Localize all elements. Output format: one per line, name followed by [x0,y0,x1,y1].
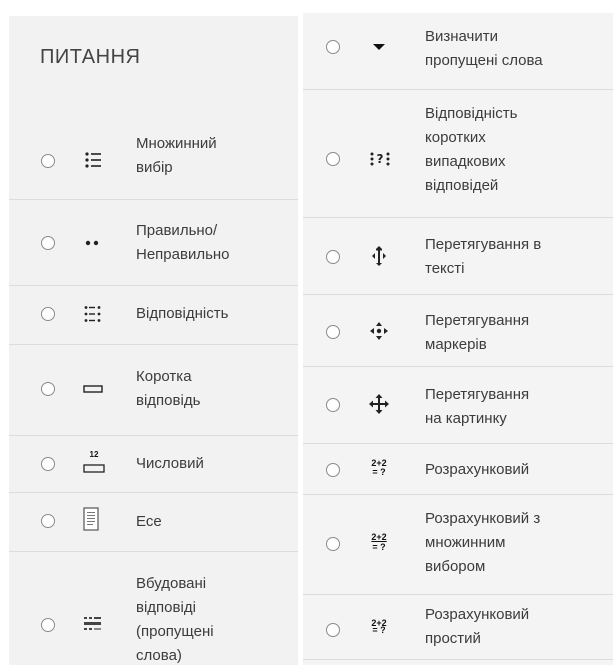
label-calculated: Розрахунковий [425,461,530,478]
drag-drop-text-icon [369,246,389,266]
question-type-drag-drop-text[interactable]: Перетягування в тексті [303,218,613,295]
radio-numerical[interactable] [41,457,55,471]
drag-drop-markers-icon [369,321,389,341]
radio-select-missing-words[interactable] [326,40,340,54]
matching-icon [83,304,103,324]
label-random-shortanswer-matching: Відповідність коротких випадкових відповіде… [425,105,518,194]
question-type-truefalse[interactable]: Правильно/Неправильно [9,200,298,286]
radio-calculated[interactable] [326,463,340,477]
label-numerical: Числовий [136,455,204,472]
question-type-drag-drop-image[interactable]: Перетягування на картинку [303,367,613,444]
question-type-numerical[interactable]: 12 Числовий [9,436,298,493]
calculated-icon: 2+2 = ? [371,458,387,477]
label-matching: Відповідність [136,305,229,322]
question-type-shortanswer[interactable]: Коротка відповідь [9,345,298,436]
question-types-panel-left: ПИТАННЯ Множинний вибір Правильно/Неправи… [9,16,298,665]
question-type-embedded-answers[interactable]: Вбудовані відповіді (пропущені слова) [9,552,298,665]
label-shortanswer: Коротка відповідь [136,368,201,409]
calculated-multichoice-icon: 2+2 = ? [371,532,387,552]
label-select-missing-words: Визначити пропущені слова [425,28,543,69]
label-embedded-answers: Вбудовані відповіді (пропущені слова) [136,575,214,664]
radio-essay[interactable] [41,514,55,528]
question-type-multichoice[interactable]: Множинний вибір [9,112,298,200]
question-types-panel-right: Визначити пропущені слова ? Відповідність… [303,13,613,665]
select-missing-words-icon [369,37,389,57]
label-essay: Есе [136,513,162,530]
embedded-answers-icon [83,614,103,634]
section-heading: ПИТАННЯ [40,46,141,68]
numerical-icon: 12 [83,450,105,476]
radio-multichoice[interactable] [41,154,55,168]
radio-calculated-simple[interactable] [326,623,340,637]
label-calculated-simple: Розрахунковий простий [425,606,530,647]
question-type-calculated-multichoice[interactable]: 2+2 = ? Розрахунковий з множинним вибором [303,495,613,595]
radio-drag-drop-markers[interactable] [326,325,340,339]
radio-matching[interactable] [41,307,55,321]
label-multichoice: Множинний вибір [136,135,217,176]
radio-truefalse[interactable] [41,236,55,250]
radio-calculated-multichoice[interactable] [326,537,340,551]
radio-drag-drop-text[interactable] [326,250,340,264]
shortanswer-icon [83,379,103,399]
truefalse-icon [83,233,103,253]
question-type-drag-drop-markers[interactable]: Перетягування маркерів [303,295,613,367]
random-shortanswer-matching-icon: ? [369,149,391,169]
label-drag-drop-image: Перетягування на картинку [425,386,530,427]
drag-drop-image-icon [369,394,389,414]
question-type-random-shortanswer-matching[interactable]: ? Відповідність коротких випадкових відпові… [303,90,613,218]
label-drag-drop-text: Перетягування в тексті [425,236,542,277]
label-truefalse: Правильно/Неправильно [136,222,230,263]
radio-random-shortanswer-matching[interactable] [326,152,340,166]
calculated-simple-icon: 2+2 = ? [371,618,387,635]
radio-shortanswer[interactable] [41,382,55,396]
question-type-essay[interactable]: Есе [9,493,298,552]
question-type-matching[interactable]: Відповідність [9,286,298,345]
essay-icon [83,507,101,533]
radio-drag-drop-image[interactable] [326,398,340,412]
label-calculated-multichoice: Розрахунковий з множинним вибором [425,510,541,575]
question-type-select-missing-words[interactable]: Визначити пропущені слова [303,13,613,90]
question-type-calculated-simple[interactable]: 2+2 = ? Розрахунковий простий [303,595,613,660]
question-type-calculated[interactable]: 2+2 = ? Розрахунковий [303,444,613,495]
multichoice-icon [83,150,103,170]
radio-embedded-answers[interactable] [41,618,55,632]
svg-text:?: ? [377,152,384,166]
label-drag-drop-markers: Перетягування маркерів [425,312,530,353]
